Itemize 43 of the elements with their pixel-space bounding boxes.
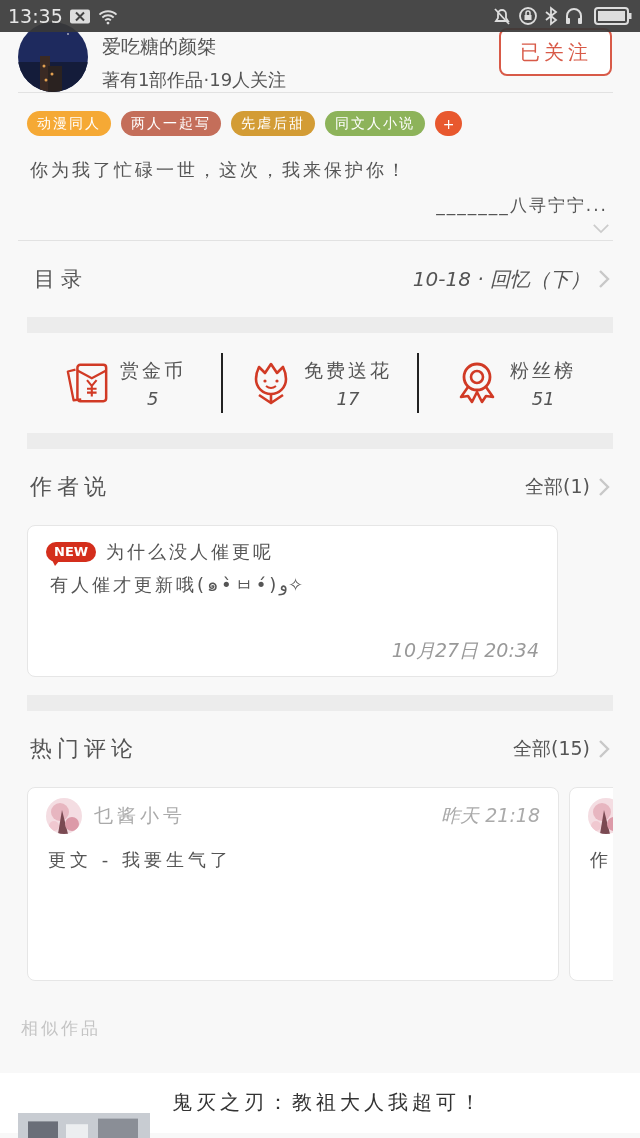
view-all-link[interactable]: 全部(15) [513, 736, 590, 762]
view-all-link[interactable]: 全部(1) [525, 474, 590, 500]
catalog-row[interactable]: 目录 10-18 · 回忆（下） [0, 241, 640, 317]
notification-icon [68, 7, 91, 25]
stat-item[interactable]: 赏金币 5 [28, 357, 222, 409]
stat-item[interactable]: 粉丝榜 51 [418, 357, 612, 409]
catalog-label: 目录 [34, 266, 88, 293]
stat-label: 粉丝榜 [510, 357, 577, 383]
tag[interactable]: 两人一起写 [121, 111, 221, 136]
comment-card[interactable]: 作 [569, 787, 613, 981]
section-title: 作者说 [30, 473, 111, 501]
latest-chapter: 10-18 · 回忆（下） [412, 265, 590, 293]
note-title: 为什么没人催更呢 [106, 540, 275, 564]
author-summary: 著有1部作品·19人关注 [102, 68, 288, 92]
chevron-right-icon[interactable] [598, 477, 610, 497]
chevron-right-icon[interactable] [598, 269, 610, 289]
stat-value: 51 [531, 387, 555, 409]
comment-card[interactable]: 乜酱小号 昨天 21:18 更文 - 我要生气了 [27, 787, 559, 981]
stat-item[interactable]: 免费送花 17 [223, 357, 417, 409]
stat-value: 5 [146, 387, 159, 409]
comment-user: 乜酱小号 [94, 803, 186, 828]
headphones-icon [564, 6, 584, 26]
comment-text: 作 [589, 848, 613, 872]
wifi-icon [96, 7, 119, 25]
battery-icon [594, 6, 632, 26]
note-time: 10月27日 20:34 [390, 638, 539, 663]
stat-value: 17 [336, 387, 360, 409]
mute-icon [492, 6, 512, 26]
stat-label: 赏金币 [119, 357, 186, 383]
tag[interactable]: + [435, 111, 462, 136]
comment-time: 昨天 21:18 [441, 803, 540, 828]
intro-signature: _______八寻宁宁... [435, 194, 609, 217]
stat-label: 免费送花 [304, 357, 392, 383]
section-title: 热门评论 [30, 735, 138, 763]
lock-icon [518, 6, 538, 26]
bluetooth-icon [544, 6, 558, 26]
intro-text: 你为我了忙碌一世，这次，我来保护你！ [30, 158, 409, 182]
note-text: 有人催才更新哦(๑•̀ㅂ•́)و✧ [49, 573, 305, 598]
comment-text: 更文 - 我要生气了 [47, 848, 233, 872]
chevron-down-icon[interactable] [592, 223, 610, 234]
chevron-right-icon[interactable] [598, 739, 610, 759]
author-name: 爱吃糖的颜桀 [102, 34, 217, 59]
clock-time: 13:35 [8, 5, 63, 27]
